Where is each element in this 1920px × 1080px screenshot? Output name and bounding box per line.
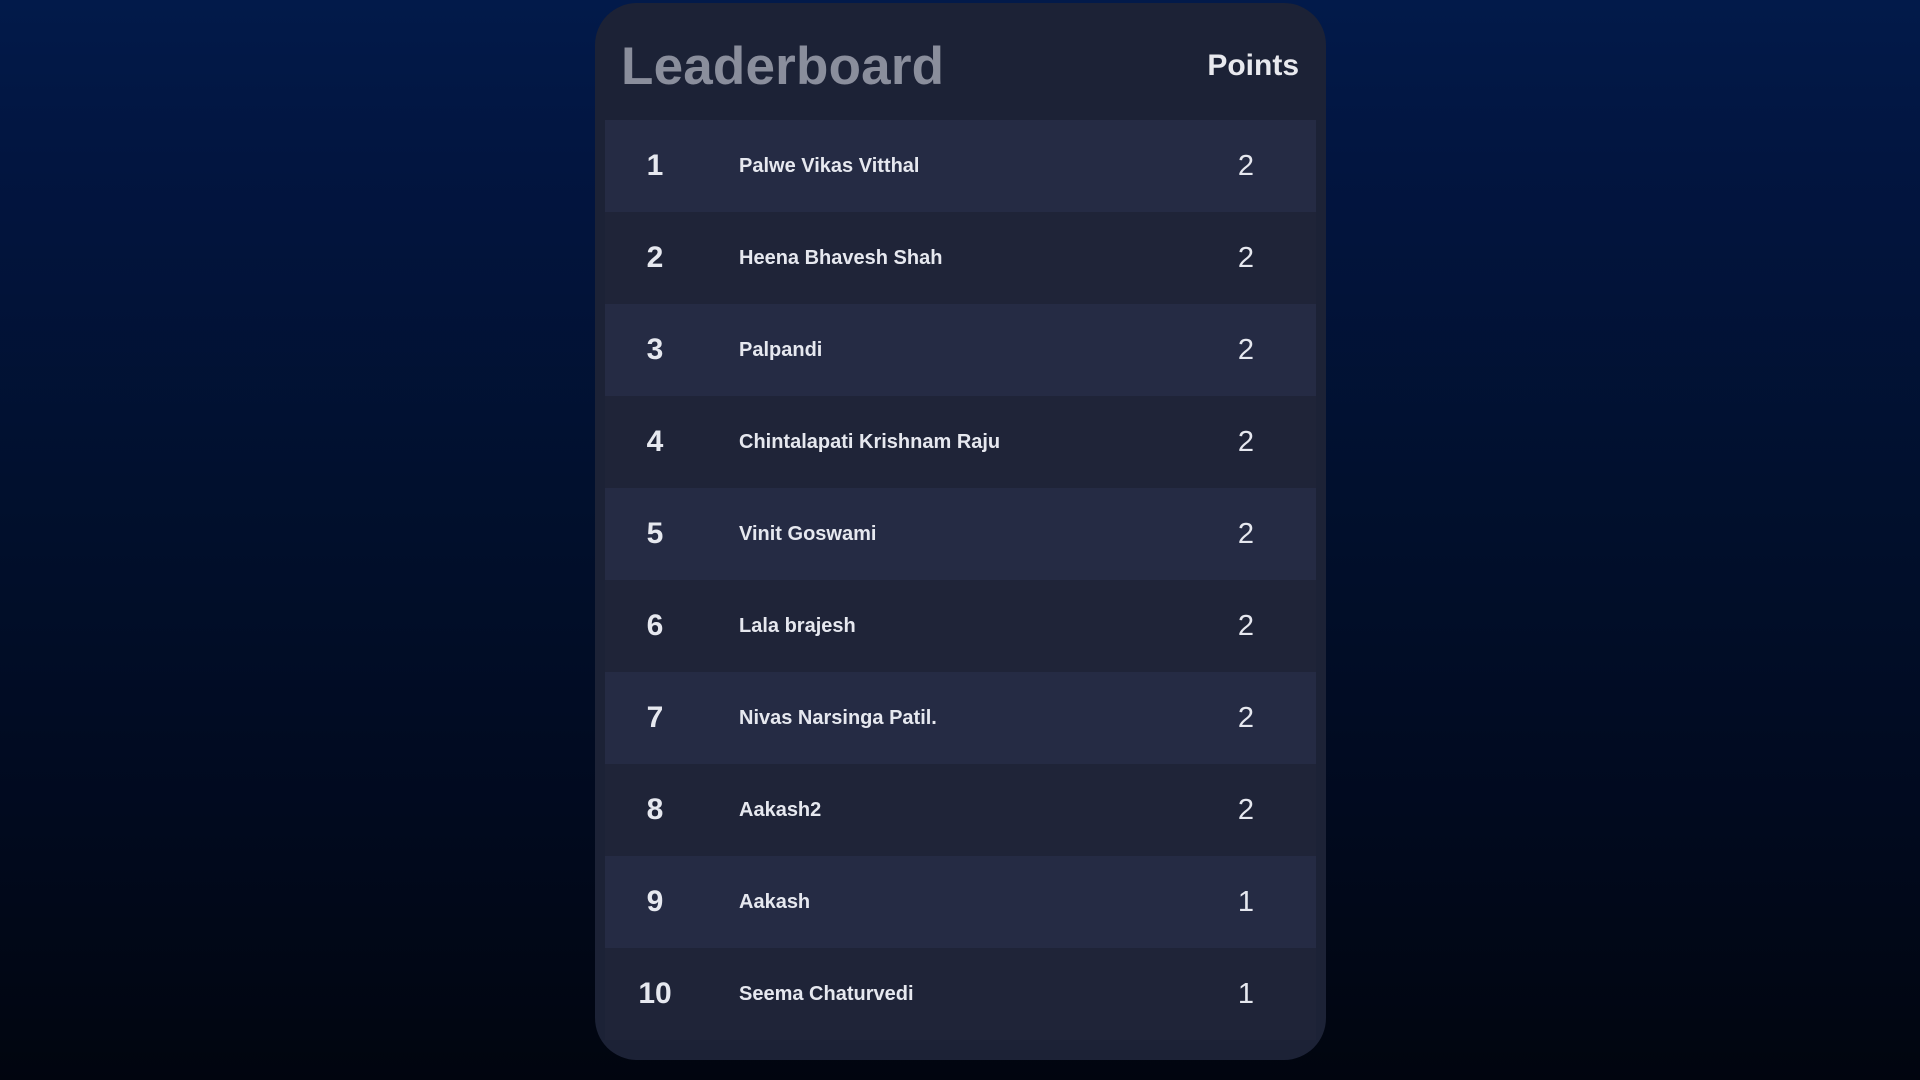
player-points: 2 (1237, 610, 1255, 642)
player-name: Seema Chaturvedi (739, 983, 914, 1005)
rank-number: 7 (646, 701, 664, 734)
player-name: Aakash2 (739, 799, 822, 821)
leaderboard-header: Leaderboard Points (595, 3, 1326, 120)
player-name: Vinit Goswami (739, 523, 877, 545)
player-points: 2 (1237, 794, 1255, 826)
rank-number: 3 (646, 333, 664, 366)
rank-number: 8 (646, 793, 664, 826)
leaderboard-row: 2 Heena Bhavesh Shah 2 (605, 212, 1316, 304)
rank-number: 4 (646, 425, 664, 458)
leaderboard-row: 4 Chintalapati Krishnam Raju 2 (605, 396, 1316, 488)
leaderboard-row: 1 Palwe Vikas Vitthal 2 (605, 120, 1316, 212)
points-column-header: Points (1207, 49, 1299, 82)
player-points: 2 (1237, 150, 1255, 182)
leaderboard-row: 6 Lala brajesh 2 (605, 580, 1316, 672)
player-name: Palwe Vikas Vitthal (739, 155, 920, 177)
player-name: Palpandi (739, 339, 823, 361)
leaderboard-row: 8 Aakash2 2 (605, 764, 1316, 856)
player-points: 1 (1237, 886, 1255, 918)
rank-number: 2 (646, 241, 664, 274)
rank-number: 10 (638, 977, 672, 1010)
leaderboard-card: Leaderboard Points 1 Palwe Vikas Vitthal… (595, 3, 1326, 1060)
player-name: Nivas Narsinga Patil. (739, 707, 937, 729)
rank-number: 9 (646, 885, 664, 918)
rank-number: 1 (646, 149, 664, 182)
player-name: Aakash (739, 891, 811, 913)
player-points: 2 (1237, 242, 1255, 274)
player-points: 2 (1237, 702, 1255, 734)
player-points: 2 (1237, 518, 1255, 550)
leaderboard-row: 9 Aakash 1 (605, 856, 1316, 948)
rank-number: 6 (646, 609, 664, 642)
leaderboard-row: 5 Vinit Goswami 2 (605, 488, 1316, 580)
leaderboard-row: 7 Nivas Narsinga Patil. 2 (605, 672, 1316, 764)
leaderboard-row: 10 Seema Chaturvedi 1 (605, 948, 1316, 1040)
player-points: 2 (1237, 334, 1255, 366)
leaderboard-title: Leaderboard (621, 37, 945, 96)
player-points: 2 (1237, 426, 1255, 458)
player-name: Chintalapati Krishnam Raju (739, 431, 1001, 453)
leaderboard-row: 3 Palpandi 2 (605, 304, 1316, 396)
leaderboard-list: 1 Palwe Vikas Vitthal 2 2 Heena Bhavesh … (605, 120, 1316, 1040)
player-name: Heena Bhavesh Shah (739, 247, 943, 269)
player-points: 1 (1237, 978, 1255, 1010)
rank-number: 5 (646, 517, 664, 550)
player-name: Lala brajesh (739, 615, 856, 637)
